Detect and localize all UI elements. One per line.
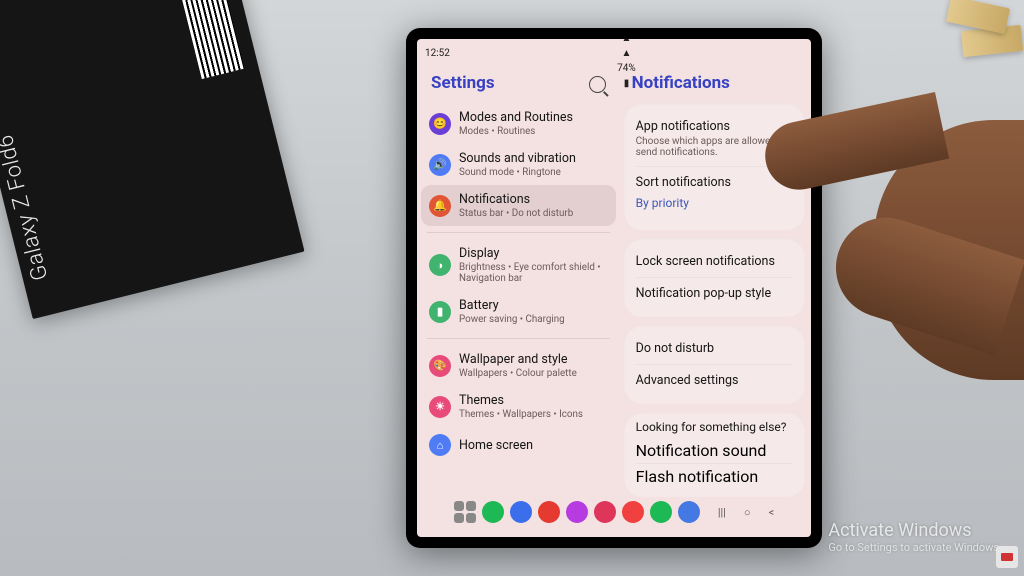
- else-link-0[interactable]: Notification sound: [636, 438, 793, 463]
- row-icon: 🔊: [429, 154, 451, 176]
- option-title: Sort notifications: [636, 175, 793, 190]
- search-icon[interactable]: [589, 76, 606, 93]
- tablet-device: 12:52 ◆ ▲ ▲ 74% ▮ Settings 😊 Modes and Ro…: [406, 28, 822, 548]
- barcode-sticker: [175, 0, 244, 79]
- row-title: Notifications: [459, 192, 573, 207]
- row-icon: 🔔: [429, 195, 451, 217]
- settings-row-modes-and-routines[interactable]: 😊 Modes and RoutinesModes • Routines: [421, 103, 616, 144]
- nav-home[interactable]: ○: [744, 506, 751, 519]
- settings-row-notifications[interactable]: 🔔 NotificationsStatus bar • Do not distur…: [421, 185, 616, 226]
- option-sub: By priority: [636, 192, 793, 214]
- settings-row-battery[interactable]: ▮ BatteryPower saving • Charging: [421, 291, 616, 332]
- channel-badge: [996, 546, 1018, 568]
- watermark-title: Activate Windows: [828, 520, 1002, 541]
- status-time: 12:52: [425, 48, 450, 59]
- row-title: Themes: [459, 393, 583, 408]
- row-title: Display: [459, 246, 608, 261]
- settings-row-display[interactable]: ◑ DisplayBrightness • Eye comfort shield …: [421, 239, 616, 291]
- row-sub: Brightness • Eye comfort shield • Naviga…: [459, 262, 608, 284]
- row-sub: Power saving • Charging: [459, 314, 565, 325]
- dock-app-store[interactable]: [594, 501, 616, 523]
- detail-card-2: Do not disturb Advanced settings: [624, 325, 805, 404]
- settings-row-home-screen[interactable]: ⌂ Home screen: [421, 427, 616, 463]
- option-title: Advanced settings: [636, 373, 793, 388]
- row-icon: ☀: [429, 396, 451, 418]
- nav-back[interactable]: <: [769, 506, 775, 519]
- option-advanced-settings[interactable]: Advanced settings: [636, 364, 793, 396]
- dock-app-messages[interactable]: [510, 501, 532, 523]
- else-card: Looking for something else? Notification…: [624, 412, 805, 497]
- windows-watermark: Activate Windows Go to Settings to activ…: [828, 520, 1002, 554]
- divider: [427, 232, 610, 233]
- settings-row-sounds-and-vibration[interactable]: 🔊 Sounds and vibrationSound mode • Ringto…: [421, 144, 616, 185]
- row-icon: ▮: [429, 301, 451, 323]
- option-app-notifications[interactable]: App notifications Choose which apps are a…: [636, 111, 793, 166]
- option-sub: Choose which apps are allowed to send no…: [636, 136, 793, 158]
- row-title: Modes and Routines: [459, 110, 573, 125]
- row-title: Wallpaper and style: [459, 352, 577, 367]
- dock: ||| ○ <: [417, 493, 811, 537]
- dock-app-spotify[interactable]: [650, 501, 672, 523]
- row-icon: 🎨: [429, 355, 451, 377]
- dock-app-phone[interactable]: [482, 501, 504, 523]
- row-icon: ◑: [429, 254, 451, 276]
- wood-blocks: [910, 0, 1024, 74]
- row-sub: Themes • Wallpapers • Icons: [459, 409, 583, 420]
- nav-recent[interactable]: |||: [718, 506, 726, 519]
- dock-app-apps-drawer[interactable]: [454, 501, 476, 523]
- option-sort-notifications[interactable]: Sort notifications By priority: [636, 166, 793, 222]
- nav-bar: ||| ○ <: [718, 506, 774, 519]
- option-title: Notification pop-up style: [636, 286, 793, 301]
- dock-app-flipboard[interactable]: [538, 501, 560, 523]
- else-heading: Looking for something else?: [636, 420, 793, 438]
- row-sub: Status bar • Do not disturb: [459, 208, 573, 219]
- detail-card-0: App notifications Choose which apps are a…: [624, 103, 805, 230]
- row-icon: 😊: [429, 113, 451, 135]
- settings-list-pane: Settings 😊 Modes and RoutinesModes • Rout…: [421, 67, 616, 493]
- signal-icon: ▲: [622, 39, 632, 44]
- scene-background: 12:52 ◆ ▲ ▲ 74% ▮ Settings 😊 Modes and Ro…: [0, 0, 1024, 576]
- option-title: Lock screen notifications: [636, 254, 793, 269]
- signal-icon-2: ▲: [622, 48, 632, 59]
- divider: [427, 338, 610, 339]
- option-title: Do not disturb: [636, 341, 793, 356]
- settings-title: Settings: [431, 73, 495, 93]
- detail-title: Notifications: [632, 73, 801, 93]
- settings-row-themes[interactable]: ☀ ThemesThemes • Wallpapers • Icons: [421, 386, 616, 427]
- row-title: Battery: [459, 298, 565, 313]
- detail-card-1: Lock screen notifications Notification po…: [624, 238, 805, 317]
- dock-app-drive[interactable]: [678, 501, 700, 523]
- option-do-not-disturb[interactable]: Do not disturb: [636, 333, 793, 364]
- screen: 12:52 ◆ ▲ ▲ 74% ▮ Settings 😊 Modes and Ro…: [417, 39, 811, 537]
- settings-row-wallpaper-and-style[interactable]: 🎨 Wallpaper and styleWallpapers • Colour …: [421, 345, 616, 386]
- row-sub: Wallpapers • Colour palette: [459, 368, 577, 379]
- row-sub: Modes • Routines: [459, 126, 573, 137]
- watermark-sub: Go to Settings to activate Windows.: [828, 541, 1002, 554]
- row-title: Home screen: [459, 438, 533, 453]
- option-notification-pop-up-style[interactable]: Notification pop-up style: [636, 277, 793, 309]
- option-title: App notifications: [636, 119, 793, 134]
- row-sub: Sound mode • Ringtone: [459, 167, 576, 178]
- dock-app-youtube[interactable]: [622, 501, 644, 523]
- else-link-1[interactable]: Flash notification: [636, 463, 793, 489]
- product-box: [0, 0, 305, 319]
- status-bar: 12:52 ◆ ▲ ▲ 74% ▮: [417, 39, 811, 63]
- detail-pane: Notifications App notifications Choose wh…: [622, 67, 807, 493]
- row-title: Sounds and vibration: [459, 151, 576, 166]
- dock-app-files[interactable]: [566, 501, 588, 523]
- row-icon: ⌂: [429, 434, 451, 456]
- option-lock-screen-notifications[interactable]: Lock screen notifications: [636, 246, 793, 277]
